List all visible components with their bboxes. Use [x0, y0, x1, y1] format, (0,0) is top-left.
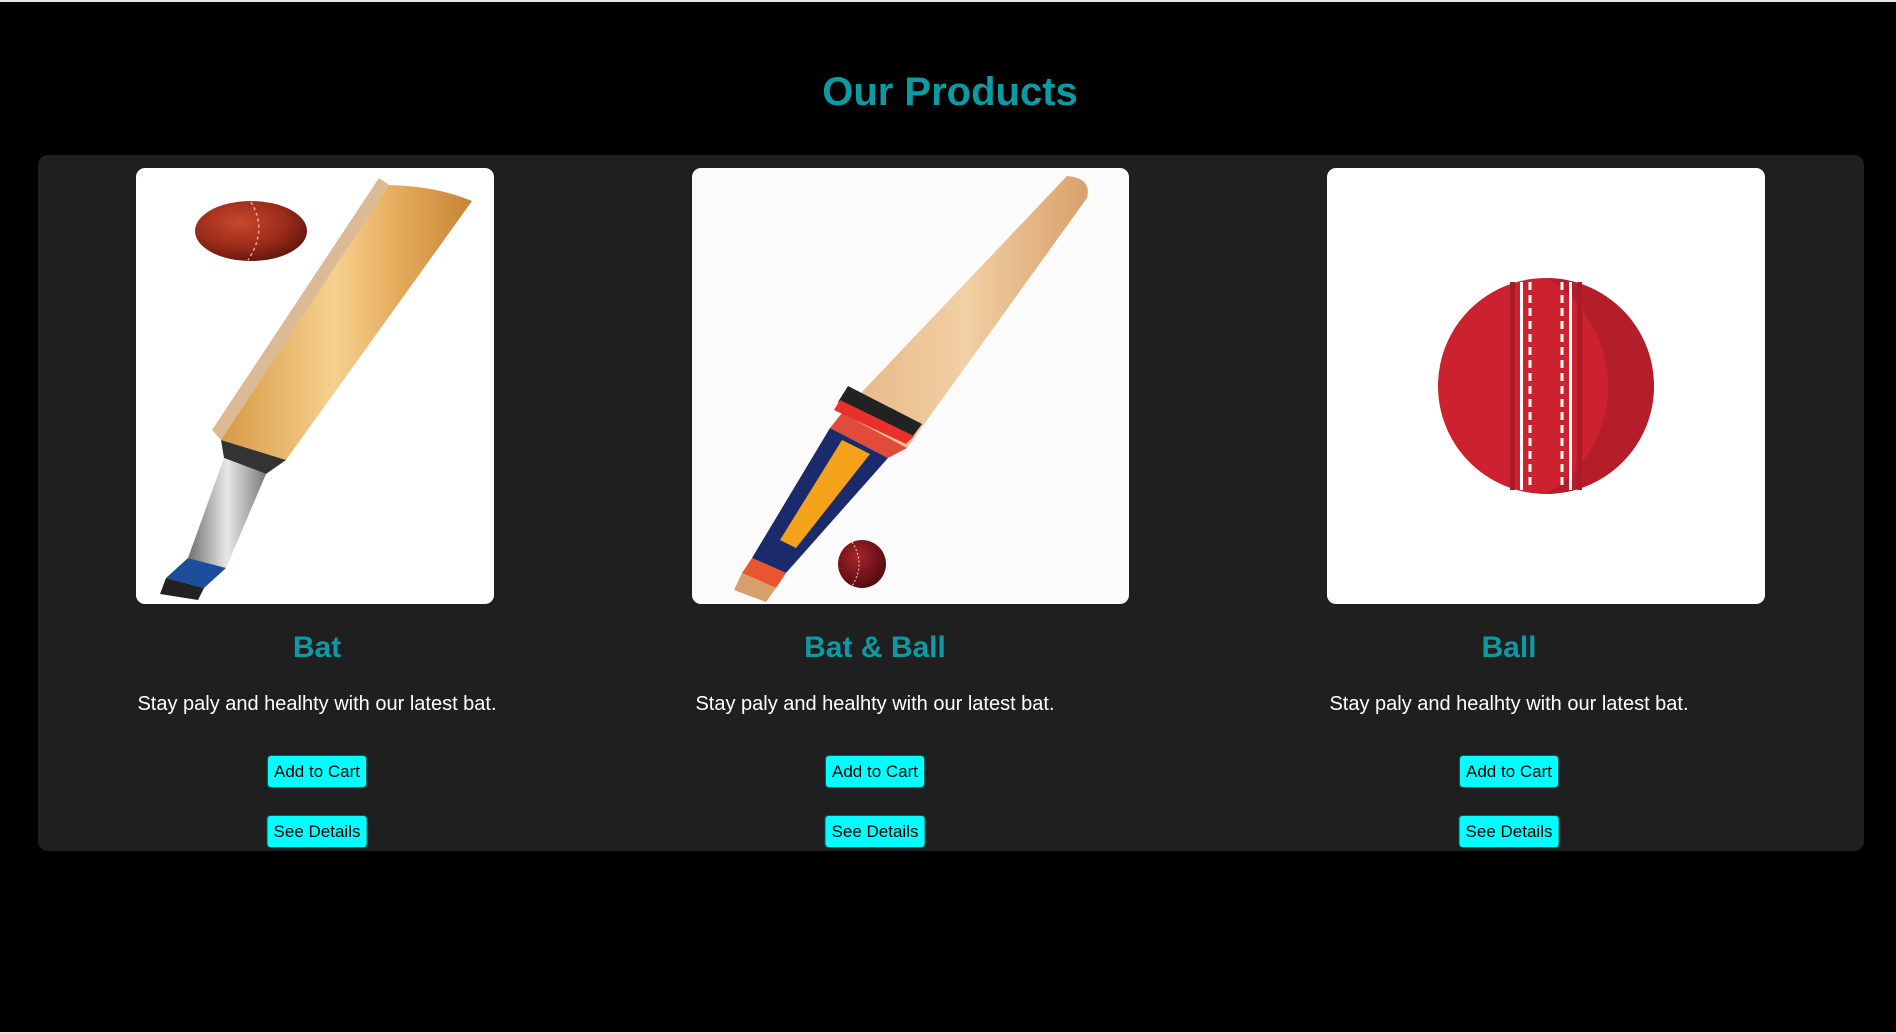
product-name-bat-and-ball: Bat & Ball	[804, 631, 946, 664]
product-image-bat[interactable]	[136, 168, 494, 604]
see-details-button-bat[interactable]: See Details	[266, 815, 368, 848]
product-card-bat: Bat Stay paly and healhty with our lates…	[38, 155, 596, 851]
add-to-cart-button-bat[interactable]: Add to Cart	[267, 755, 367, 788]
product-description-ball: Stay paly and healhty with our latest ba…	[1329, 693, 1689, 715]
product-image-ball[interactable]	[1327, 168, 1765, 604]
see-details-button-ball[interactable]: See Details	[1458, 815, 1560, 848]
add-to-cart-button-ball[interactable]: Add to Cart	[1459, 755, 1559, 788]
add-to-cart-button-bat-and-ball[interactable]: Add to Cart	[825, 755, 925, 788]
product-image-bat-and-ball[interactable]	[692, 168, 1129, 604]
product-card-ball: Ball Stay paly and healhty with our late…	[1154, 155, 1864, 851]
products-panel: Bat Stay paly and healhty with our lates…	[38, 155, 1864, 851]
product-card-bat-and-ball: Bat & Ball Stay paly and healhty with ou…	[596, 155, 1154, 851]
top-border	[0, 0, 1896, 2]
see-details-button-bat-and-ball[interactable]: See Details	[824, 815, 926, 848]
cricket-bat-with-small-ball-image	[734, 176, 1088, 602]
product-name-bat: Bat	[292, 631, 342, 664]
product-name-ball: Ball	[1481, 631, 1537, 664]
page-title: Our Products	[822, 70, 1078, 114]
cricket-bat-and-ball-image	[160, 178, 472, 600]
product-description-bat-and-ball: Stay paly and healhty with our latest ba…	[695, 693, 1055, 715]
product-description-bat: Stay paly and healhty with our latest ba…	[137, 693, 497, 715]
cricket-ball-image	[1438, 278, 1654, 494]
